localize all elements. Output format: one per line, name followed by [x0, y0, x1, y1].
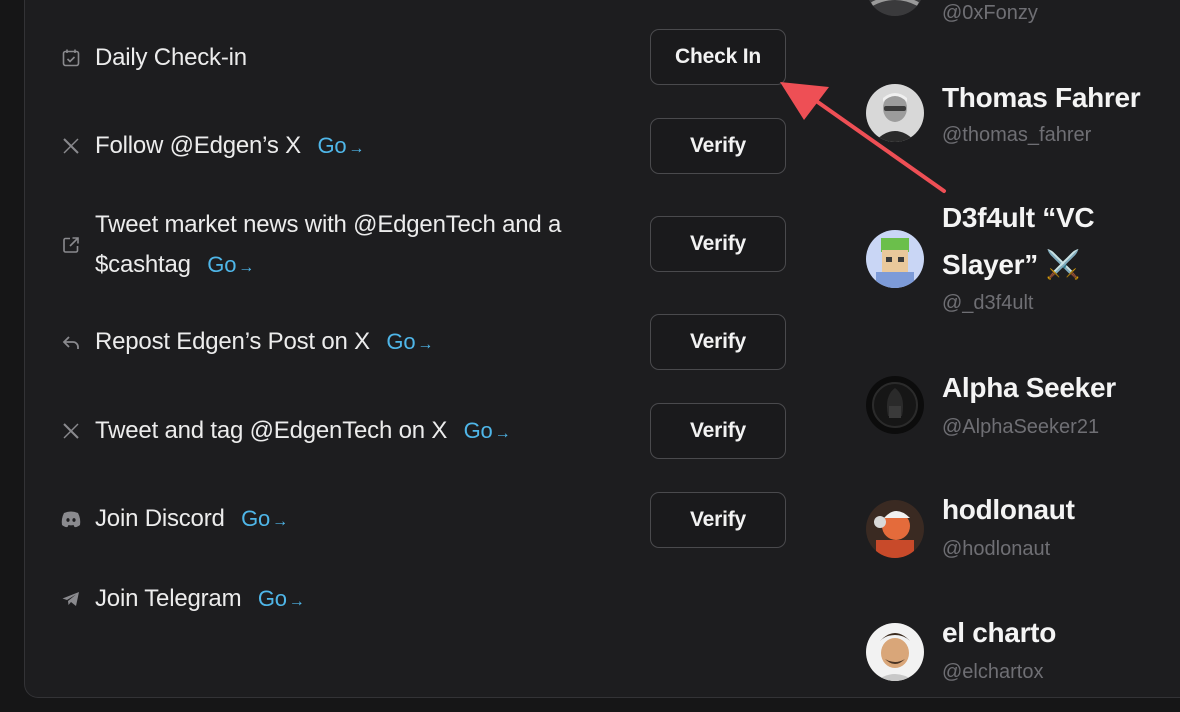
task-label: Follow @Edgen’s X	[95, 132, 301, 159]
arrow-right-icon: →	[417, 336, 434, 353]
user-name: el charto	[942, 617, 1057, 648]
user-handle: @thomas_fahrer	[942, 124, 1092, 146]
external-link-icon	[60, 234, 82, 256]
go-link[interactable]: Go →	[317, 133, 364, 158]
verify-button[interactable]: Verify	[650, 403, 786, 459]
user-handle: @hodlonaut	[942, 538, 1051, 560]
avatar	[866, 84, 924, 142]
avatar	[866, 500, 924, 558]
check-in-button[interactable]: Check In	[650, 29, 786, 85]
x-logo-icon	[60, 420, 82, 442]
task-daily-checkin: Daily Check-in	[60, 38, 620, 78]
task-label: Daily Check-in	[95, 44, 247, 71]
task-join-telegram: Join Telegram Go →	[60, 579, 620, 622]
task-label: Repost Edgen’s Post on X	[95, 328, 370, 355]
user-name: Alpha Seeker	[942, 372, 1116, 403]
calendar-check-icon	[60, 47, 82, 69]
arrow-right-icon: →	[494, 425, 511, 442]
user-name: Thomas Fahrer	[942, 82, 1141, 113]
task-tweet-tag: Tweet and tag @EdgenTech on X Go →	[60, 411, 620, 454]
user-handle: @0xFonzy	[942, 2, 1038, 24]
user-handle: @AlphaSeeker21	[942, 416, 1100, 438]
arrow-right-icon: →	[238, 259, 255, 276]
avatar	[866, 623, 924, 681]
user-handle: @elchartox	[942, 661, 1044, 683]
verify-button[interactable]: Verify	[650, 492, 786, 548]
user-name-line1: D3f4ult “VC	[942, 202, 1095, 233]
task-join-discord: Join Discord Go →	[60, 499, 620, 542]
task-label-line2: $cashtag	[95, 251, 191, 278]
user-handle: @_d3f4ult	[942, 292, 1034, 314]
user-name: hodlonaut	[942, 494, 1075, 525]
task-label: Join Discord	[95, 505, 225, 532]
task-label: Join Telegram	[95, 585, 242, 612]
arrow-right-icon: →	[348, 140, 365, 157]
go-link[interactable]: Go →	[464, 418, 511, 443]
go-link[interactable]: Go →	[386, 329, 433, 354]
verify-button[interactable]: Verify	[650, 314, 786, 370]
repost-icon	[60, 331, 82, 353]
avatar	[866, 230, 924, 288]
avatar	[866, 376, 924, 434]
go-link[interactable]: Go →	[207, 252, 254, 277]
go-link[interactable]: Go →	[258, 586, 305, 611]
arrow-right-icon: →	[288, 593, 305, 610]
page: Daily Check-in Check In Follow @Edgen’s …	[0, 0, 1180, 712]
user-name-line2: Slayer” ⚔️	[942, 249, 1081, 280]
arrow-right-icon: →	[272, 513, 288, 530]
task-tweet-market-news: Tweet market news with @EdgenTech and a …	[60, 205, 620, 288]
x-logo-icon	[60, 135, 82, 157]
task-follow-x: Follow @Edgen’s X Go →	[60, 126, 620, 169]
verify-button[interactable]: Verify	[650, 216, 786, 272]
task-label: Tweet and tag @EdgenTech on X	[95, 417, 448, 444]
discord-icon	[60, 508, 82, 530]
telegram-icon	[60, 588, 82, 610]
verify-button[interactable]: Verify	[650, 118, 786, 174]
go-link[interactable]: Go →	[241, 506, 288, 531]
task-repost: Repost Edgen’s Post on X Go →	[60, 322, 620, 365]
task-label-line1: Tweet market news with @EdgenTech and a	[95, 211, 562, 238]
